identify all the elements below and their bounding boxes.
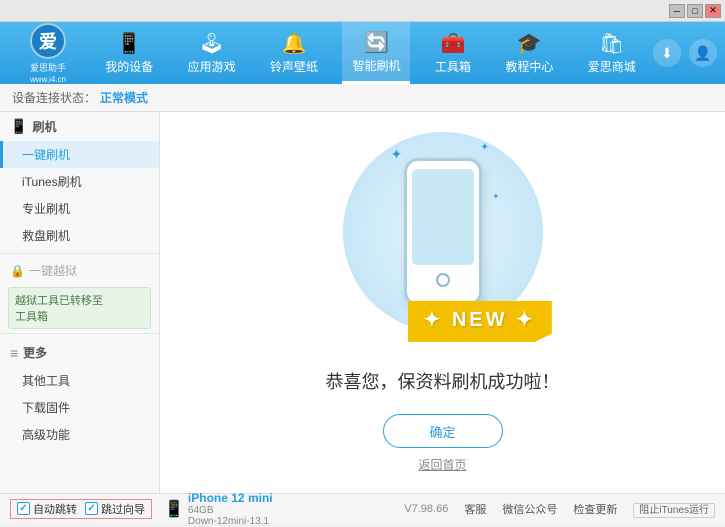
device-model: Down-12mini-13.1	[188, 516, 273, 527]
apps-icon: 🕹	[199, 31, 224, 56]
sidebar-flash-header: 📱 刷机	[0, 112, 159, 141]
other-tools-label: 其他工具	[22, 374, 70, 388]
itunes-flash-label: iTunes刷机	[22, 175, 82, 189]
nav-apps-games[interactable]: 🕹 应用游戏	[178, 22, 246, 84]
download-firmware-label: 下载固件	[22, 401, 70, 415]
nav-smart-flash-label: 智能刷机	[352, 57, 400, 74]
nav-my-device[interactable]: 📱 我的设备	[95, 22, 163, 84]
wechat-link[interactable]: 微信公众号	[502, 501, 557, 517]
device-details: iPhone 12 mini 64GB Down-12mini-13.1	[188, 491, 273, 527]
my-device-icon: 📱	[117, 31, 142, 56]
sidebar-more-header: ≡ 更多	[0, 338, 159, 367]
device-capacity: 64GB	[188, 505, 273, 516]
checkbox-group: 自动跳转 跳过向导	[10, 499, 152, 519]
confirm-btn[interactable]: 确定	[383, 414, 503, 448]
sidebar-jailbreak-header: 🔒 一键越狱	[0, 258, 159, 283]
bottom-bar: 自动跳转 跳过向导 📱 iPhone 12 mini 64GB Down-12m…	[0, 493, 725, 523]
status-bar: 设备连接状态： 正常模式	[0, 84, 725, 112]
sparkle-right-top: ✦	[481, 142, 489, 153]
flash-section-label: 刷机	[32, 118, 56, 135]
main-content: 📱 刷机 一键刷机 iTunes刷机 专业刷机 救盘刷机 🔒 一键越狱 越狱工具…	[0, 112, 725, 493]
top-nav: 爱 爱思助手www.i4.cn 📱 我的设备 🕹 应用游戏 🔔 铃声壁纸 🔄 智…	[0, 22, 725, 84]
logo: 爱 爱思助手www.i4.cn	[8, 23, 88, 84]
more-icon: ≡	[10, 345, 18, 361]
flash-section-icon: 📱	[10, 118, 27, 135]
pro-flash-label: 专业刷机	[22, 202, 70, 216]
maximize-btn[interactable]: □	[687, 4, 703, 18]
smart-flash-icon: 🔄	[364, 30, 389, 55]
bottom-left: 自动跳转 跳过向导 📱 iPhone 12 mini 64GB Down-12m…	[10, 491, 404, 527]
back-home-link[interactable]: 返回首页	[418, 456, 466, 473]
nav-apps-label: 应用游戏	[188, 58, 236, 75]
device-info: 📱 iPhone 12 mini 64GB Down-12mini-13.1	[164, 491, 273, 527]
stop-itunes: 阻止iTunes运行	[633, 501, 715, 516]
auto-redirect-label: 自动跳转	[33, 501, 77, 517]
sidebar-item-one-click-flash[interactable]: 一键刷机	[0, 141, 159, 168]
minimize-btn[interactable]: ─	[669, 4, 685, 18]
stop-itunes-btn[interactable]: 阻止iTunes运行	[633, 503, 715, 518]
sidebar-item-download-firmware[interactable]: 下载固件	[0, 394, 159, 421]
nav-store[interactable]: 🛍 爱思商城	[578, 22, 646, 84]
tutorials-icon: 🎓	[517, 31, 542, 56]
device-icon: 📱	[164, 499, 184, 519]
lock-icon: 🔒	[10, 264, 25, 278]
sidebar-item-advanced[interactable]: 高级功能	[0, 421, 159, 448]
sparkle-right-mid: ✦	[493, 192, 500, 201]
sidebar-item-baseband-flash[interactable]: 救盘刷机	[0, 222, 159, 249]
logo-text: 爱思助手www.i4.cn	[30, 61, 66, 84]
auto-redirect-checkbox[interactable]	[17, 502, 30, 515]
title-bar: ─ □ ✕	[0, 0, 725, 22]
check-update-link[interactable]: 检查更新	[573, 501, 617, 517]
success-illustration: ✦ ✦ ✦ ✦ NEW ✦	[333, 132, 553, 352]
sidebar: 📱 刷机 一键刷机 iTunes刷机 专业刷机 救盘刷机 🔒 一键越狱 越狱工具…	[0, 112, 160, 493]
new-text: ✦ NEW ✦	[408, 301, 552, 342]
sidebar-item-pro-flash[interactable]: 专业刷机	[0, 195, 159, 222]
nav-toolbox[interactable]: 🧰 工具箱	[425, 22, 481, 84]
notice-text: 越狱工具已转移至工具箱	[15, 295, 103, 323]
customer-service-link[interactable]: 客服	[464, 501, 486, 517]
skip-wizard-label: 跳过向导	[101, 501, 145, 517]
new-ribbon-wrapper: ✦ NEW ✦	[408, 301, 552, 342]
nav-store-label: 爱思商城	[588, 58, 636, 75]
sidebar-item-itunes-flash[interactable]: iTunes刷机	[0, 168, 159, 195]
bottom-right: V7.98.66 客服 微信公众号 检查更新	[404, 501, 617, 517]
nav-my-device-label: 我的设备	[105, 58, 153, 75]
center-content: ✦ ✦ ✦ ✦ NEW ✦ 恭喜您，保资料刷机成功啦！ 确定 返回首页	[160, 112, 725, 493]
nav-ringtones[interactable]: 🔔 铃声壁纸	[260, 22, 328, 84]
status-label: 设备连接状态：	[12, 89, 96, 106]
jailbreak-label: 一键越狱	[29, 262, 77, 279]
nav-tutorials-label: 教程中心	[505, 58, 553, 75]
nav-items: 📱 我的设备 🕹 应用游戏 🔔 铃声壁纸 🔄 智能刷机 🧰 工具箱 🎓 教程中心…	[88, 22, 653, 84]
sparkle-left: ✦	[391, 146, 403, 163]
nav-right: ⬇ 👤	[653, 39, 717, 67]
nav-ringtones-label: 铃声壁纸	[270, 58, 318, 75]
success-message: 恭喜您，保资料刷机成功啦！	[326, 368, 560, 394]
close-btn[interactable]: ✕	[705, 4, 721, 18]
status-value: 正常模式	[100, 89, 148, 106]
nav-tutorials[interactable]: 🎓 教程中心	[495, 22, 563, 84]
sidebar-divider-1	[0, 253, 159, 254]
skip-wizard-checkbox[interactable]	[85, 502, 98, 515]
phone-screen	[412, 169, 474, 265]
sidebar-notice: 越狱工具已转移至工具箱	[8, 287, 151, 329]
sidebar-divider-2	[0, 333, 159, 334]
auto-redirect-item[interactable]: 自动跳转	[17, 501, 77, 517]
nav-toolbox-label: 工具箱	[435, 58, 471, 75]
advanced-label: 高级功能	[22, 428, 70, 442]
one-click-flash-label: 一键刷机	[22, 148, 70, 162]
ringtones-icon: 🔔	[282, 31, 307, 56]
skip-wizard-item[interactable]: 跳过向导	[85, 501, 145, 517]
sidebar-item-other-tools[interactable]: 其他工具	[0, 367, 159, 394]
download-btn[interactable]: ⬇	[653, 39, 681, 67]
toolbox-icon: 🧰	[440, 31, 465, 56]
user-btn[interactable]: 👤	[689, 39, 717, 67]
baseband-flash-label: 救盘刷机	[22, 229, 70, 243]
nav-smart-flash[interactable]: 🔄 智能刷机	[342, 22, 410, 84]
logo-icon: 爱	[30, 23, 66, 59]
phone-home-btn	[436, 273, 450, 287]
store-icon: 🛍	[599, 31, 624, 56]
more-label: 更多	[23, 344, 47, 361]
phone-body	[404, 158, 482, 306]
version-text: V7.98.66	[404, 503, 448, 515]
